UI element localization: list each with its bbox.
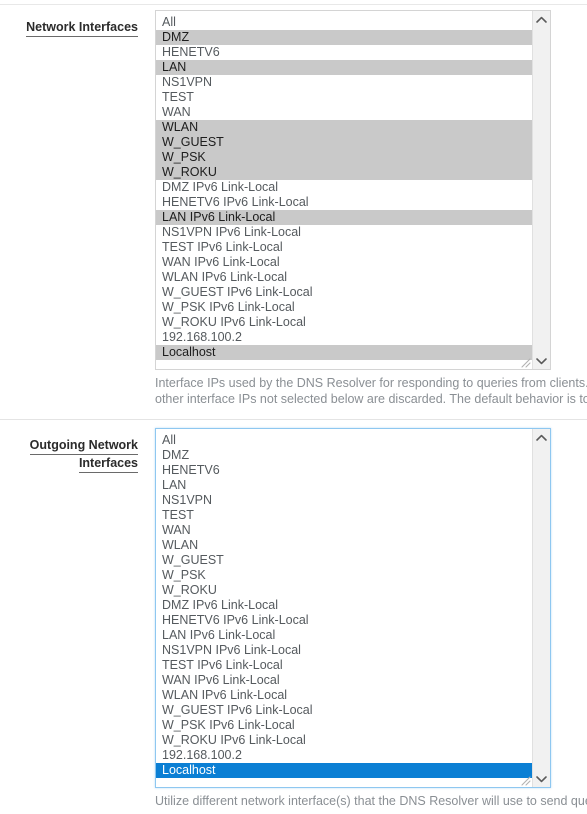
chevron-up-icon[interactable]	[533, 429, 550, 446]
outgoing-network-interfaces-listbox[interactable]: All DMZ HENETV6 LAN NS1VPN TEST WAN WLAN W_GUEST…	[155, 428, 551, 788]
list-option[interactable]: WLAN	[156, 538, 532, 553]
list-option[interactable]: All	[156, 15, 532, 30]
dns-resolver-settings-page: Network Interfaces All DMZ HENETV6 LAN NS1VP…	[0, 0, 587, 814]
list-option[interactable]: 192.168.100.2	[156, 330, 532, 345]
network-interfaces-label: Network Interfaces	[0, 19, 138, 37]
list-option[interactable]: W_GUEST	[156, 135, 532, 150]
list-option[interactable]: NS1VPN	[156, 75, 532, 90]
list-option[interactable]: W_ROKU	[156, 165, 532, 180]
list-option[interactable]: W_PSK IPv6 Link-Local	[156, 300, 532, 315]
list-option[interactable]: NS1VPN IPv6 Link-Local	[156, 225, 532, 240]
outgoing-network-interfaces-label-line-2: Interfaces	[78, 455, 138, 473]
list-option[interactable]: TEST IPv6 Link-Local	[156, 658, 532, 673]
list-option[interactable]: W_PSK	[156, 568, 532, 583]
list-option[interactable]: DMZ IPv6 Link-Local	[156, 598, 532, 613]
list-option[interactable]: TEST IPv6 Link-Local	[156, 240, 532, 255]
list-option[interactable]: WLAN IPv6 Link-Local	[156, 688, 532, 703]
list-option[interactable]: W_GUEST	[156, 553, 532, 568]
list-option[interactable]: 192.168.100.2	[156, 748, 532, 763]
list-option[interactable]: All	[156, 433, 532, 448]
list-option[interactable]: Localhost	[156, 345, 532, 360]
list-option[interactable]: W_PSK IPv6 Link-Local	[156, 718, 532, 733]
outgoing-network-interfaces-scrollbar[interactable]	[532, 429, 550, 787]
list-option[interactable]: NS1VPN IPv6 Link-Local	[156, 643, 532, 658]
outgoing-network-interfaces-help-text: Utilize different network interface(s) t…	[155, 793, 587, 809]
list-option[interactable]: Localhost	[156, 763, 532, 778]
list-option[interactable]: TEST	[156, 90, 532, 105]
network-interfaces-scrollbar[interactable]	[532, 11, 550, 369]
chevron-down-icon[interactable]	[533, 770, 550, 787]
outgoing-network-interfaces-option-list[interactable]: All DMZ HENETV6 LAN NS1VPN TEST WAN WLAN W_GUEST…	[156, 429, 532, 787]
list-option[interactable]: W_ROKU	[156, 583, 532, 598]
list-option[interactable]: HENETV6 IPv6 Link-Local	[156, 195, 532, 210]
list-option[interactable]: WAN	[156, 523, 532, 538]
chevron-down-icon[interactable]	[533, 352, 550, 369]
chevron-up-icon[interactable]	[533, 11, 550, 28]
list-option[interactable]: WLAN	[156, 120, 532, 135]
list-option[interactable]: DMZ IPv6 Link-Local	[156, 180, 532, 195]
list-option[interactable]: TEST	[156, 508, 532, 523]
list-option[interactable]: W_GUEST IPv6 Link-Local	[156, 703, 532, 718]
network-interfaces-label-line-1: Network Interfaces	[26, 19, 138, 37]
help-line: Interface IPs used by the DNS Resolver f…	[155, 376, 587, 390]
top-divider	[0, 4, 587, 5]
resize-grip-icon[interactable]	[520, 357, 531, 368]
list-option[interactable]: W_GUEST IPv6 Link-Local	[156, 285, 532, 300]
list-option[interactable]: WAN	[156, 105, 532, 120]
list-option[interactable]: W_ROKU IPv6 Link-Local	[156, 733, 532, 748]
list-option[interactable]: HENETV6	[156, 463, 532, 478]
list-option[interactable]: LAN	[156, 60, 532, 75]
network-interfaces-help-text: Interface IPs used by the DNS Resolver f…	[155, 375, 587, 407]
help-line: other interface IPs not selected below a…	[155, 392, 587, 406]
list-option[interactable]: NS1VPN	[156, 493, 532, 508]
list-option[interactable]: DMZ	[156, 448, 532, 463]
resize-grip-icon[interactable]	[520, 775, 531, 786]
list-option[interactable]: LAN IPv6 Link-Local	[156, 210, 532, 225]
list-option[interactable]: LAN	[156, 478, 532, 493]
list-option[interactable]: HENETV6 IPv6 Link-Local	[156, 613, 532, 628]
list-option[interactable]: DMZ	[156, 30, 532, 45]
section-divider	[0, 419, 587, 420]
list-option[interactable]: WLAN IPv6 Link-Local	[156, 270, 532, 285]
list-option[interactable]: W_PSK	[156, 150, 532, 165]
outgoing-network-interfaces-label-line-1: Outgoing Network	[29, 437, 138, 455]
outgoing-network-interfaces-label: Outgoing Network Interfaces	[0, 437, 138, 473]
list-option[interactable]: HENETV6	[156, 45, 532, 60]
list-option[interactable]: W_ROKU IPv6 Link-Local	[156, 315, 532, 330]
list-option[interactable]: LAN IPv6 Link-Local	[156, 628, 532, 643]
list-option[interactable]: WAN IPv6 Link-Local	[156, 255, 532, 270]
network-interfaces-listbox[interactable]: All DMZ HENETV6 LAN NS1VPN TEST WAN WLAN W_GUEST…	[155, 10, 551, 370]
help-line: Utilize different network interface(s) t…	[155, 794, 587, 808]
network-interfaces-option-list[interactable]: All DMZ HENETV6 LAN NS1VPN TEST WAN WLAN W_GUEST…	[156, 11, 532, 369]
list-option[interactable]: WAN IPv6 Link-Local	[156, 673, 532, 688]
